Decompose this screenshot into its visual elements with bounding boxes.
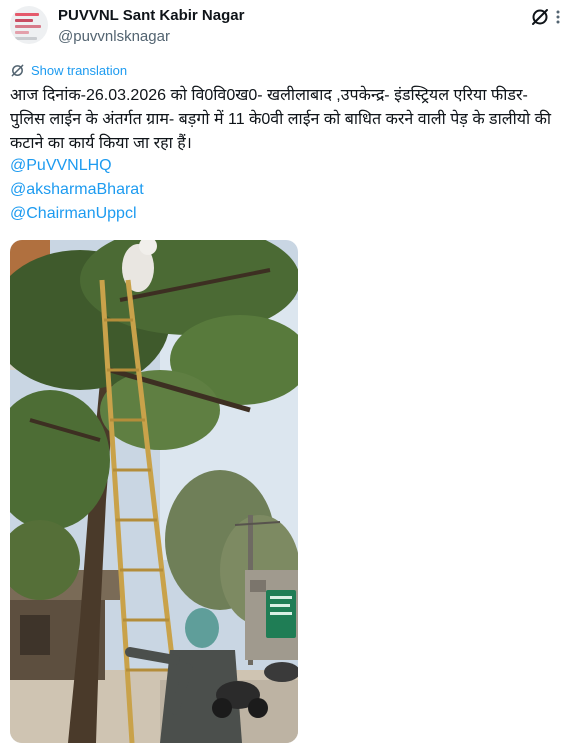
- account-display-name[interactable]: PUVVNL Sant Kabir Nagar: [58, 7, 244, 24]
- account-avatar[interactable]: [10, 6, 48, 44]
- tweet-photo[interactable]: [10, 240, 298, 743]
- account-handle[interactable]: @puvvnlsknagar: [58, 28, 170, 45]
- show-translation-link[interactable]: Show translation: [10, 63, 127, 78]
- tweet-text: आज दिनांक-26.03.2026 को वि0वि0ख0- खलीलाब…: [10, 87, 552, 152]
- translate-icon: [11, 64, 24, 77]
- mention-aksharmabharat[interactable]: @aksharmaBharat: [10, 181, 144, 199]
- mention-chairmanuppcl[interactable]: @ChairmanUppcl: [10, 205, 137, 223]
- mention-puvvnlhq[interactable]: @PuVVNLHQ: [10, 157, 112, 175]
- show-translation-label: Show translation: [31, 63, 128, 78]
- tree-trimming-photo: [10, 240, 298, 743]
- grok-icon[interactable]: [530, 7, 550, 27]
- more-dots-icon[interactable]: [550, 7, 566, 27]
